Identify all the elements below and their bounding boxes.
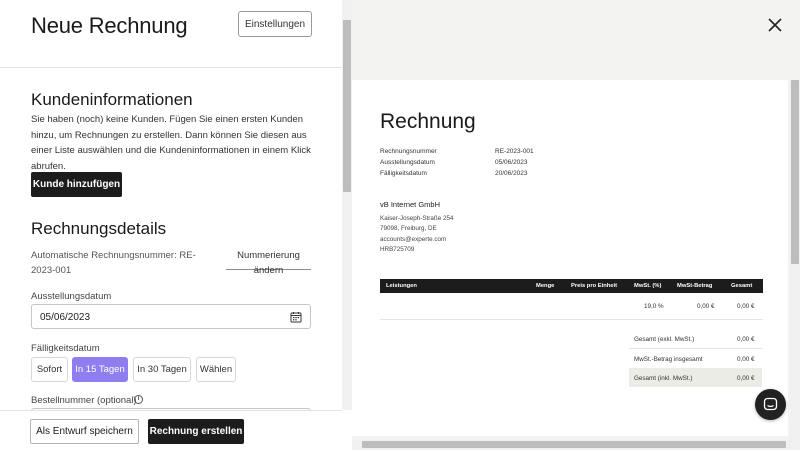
address-street: Kaiser-Joseph-Straße 254 (380, 215, 454, 222)
row-vat-percent: 19,0 % (644, 303, 664, 310)
info-icon[interactable]: i (134, 395, 143, 404)
customer-section-title: Kundeninformationen (31, 90, 193, 109)
settings-button[interactable]: Einstellungen (238, 11, 312, 37)
auto-invoice-number: Automatische Rechnungsnummer: RE-2023-00… (31, 250, 196, 276)
form-scrollbar-thumb[interactable] (343, 20, 351, 192)
col-vat-percent: MwSt. (%) (634, 283, 662, 289)
form-footer: Als Entwurf speichern Rechnung erstellen (0, 410, 342, 450)
create-invoice-button[interactable]: Rechnung erstellen (148, 419, 244, 444)
row-vat-amount: 0,00 € (697, 303, 715, 310)
form-header: Neue Rechnung Einstellungen (0, 0, 342, 68)
issue-date-field[interactable]: 05/06/2023 (31, 304, 311, 329)
issue-date-label: Ausstellungsdatum (31, 291, 112, 302)
calendar-icon[interactable] (290, 311, 302, 323)
due-option-30-days[interactable]: In 30 Tagen (133, 357, 191, 382)
totals-divider (629, 348, 762, 349)
meta-label-due-date: Fälligkeitsdatum (380, 170, 427, 177)
due-date-label: Fälligkeitsdatum (31, 343, 100, 354)
due-option-immediately[interactable]: Sofort (31, 357, 68, 382)
col-unit-price: Preis pro Einheit (571, 283, 618, 289)
issue-date-value: 05/06/2023 (40, 312, 91, 323)
preview-horizontal-scrollbar-thumb[interactable] (362, 441, 786, 448)
due-option-choose[interactable]: Wählen (196, 357, 236, 382)
row-total: 0,00 € (737, 303, 755, 310)
meta-label-number: Rechnungsnummer (380, 148, 437, 155)
total-incl-vat-value: 0,00 € (737, 375, 755, 382)
chat-button[interactable] (755, 389, 786, 420)
details-section-title: Rechnungsdetails (31, 219, 167, 238)
customer-description: Sie haben (noch) keine Kunden. Fügen Sie… (31, 114, 311, 172)
chat-icon (763, 397, 778, 411)
total-excl-vat-value: 0,00 € (737, 336, 755, 343)
vat-total-label: MwSt.-Betrag insgesamt (634, 356, 703, 363)
total-incl-vat-label: Gesamt (inkl. MwSt.) (634, 375, 693, 382)
order-number-label: Bestellnummer (optional) (31, 395, 137, 406)
total-excl-vat-label: Gesamt (exkl. MwSt.) (634, 336, 695, 343)
meta-value-issue-date: 05/06/2023 (495, 159, 528, 166)
address-register: HRB725709 (380, 246, 415, 253)
table-row-divider (380, 319, 763, 320)
preview-vertical-scrollbar-thumb[interactable] (791, 80, 799, 264)
col-total: Gesamt (731, 283, 753, 289)
change-numbering-link[interactable]: Nummerierung ändern (226, 248, 311, 276)
save-draft-button[interactable]: Als Entwurf speichern (30, 419, 139, 444)
address-email: accounts@experte.com (380, 236, 447, 243)
add-customer-button[interactable]: Kunde hinzufügen (31, 172, 122, 197)
meta-value-number: RE-2023-001 (495, 148, 534, 155)
page-title: Neue Rechnung (31, 13, 188, 38)
col-quantity: Menge (536, 283, 555, 289)
invoice-form-panel: Neue Rechnung Einstellungen Kundeninform… (0, 0, 342, 450)
vat-total-value: 0,00 € (737, 356, 755, 363)
col-vat-amount: MwSt-Betrag (677, 283, 713, 289)
close-icon[interactable] (766, 16, 784, 34)
col-services: Leistungen (386, 283, 417, 289)
due-option-15-days[interactable]: In 15 Tagen (72, 357, 128, 382)
address-city: 79098, Freiburg, DE (380, 225, 437, 232)
company-name: vB Internet GmbH (380, 200, 441, 209)
invoice-preview-title: Rechnung (380, 110, 476, 133)
meta-label-issue-date: Ausstellungsdatum (380, 159, 435, 166)
meta-value-due-date: 20/06/2023 (495, 170, 528, 177)
